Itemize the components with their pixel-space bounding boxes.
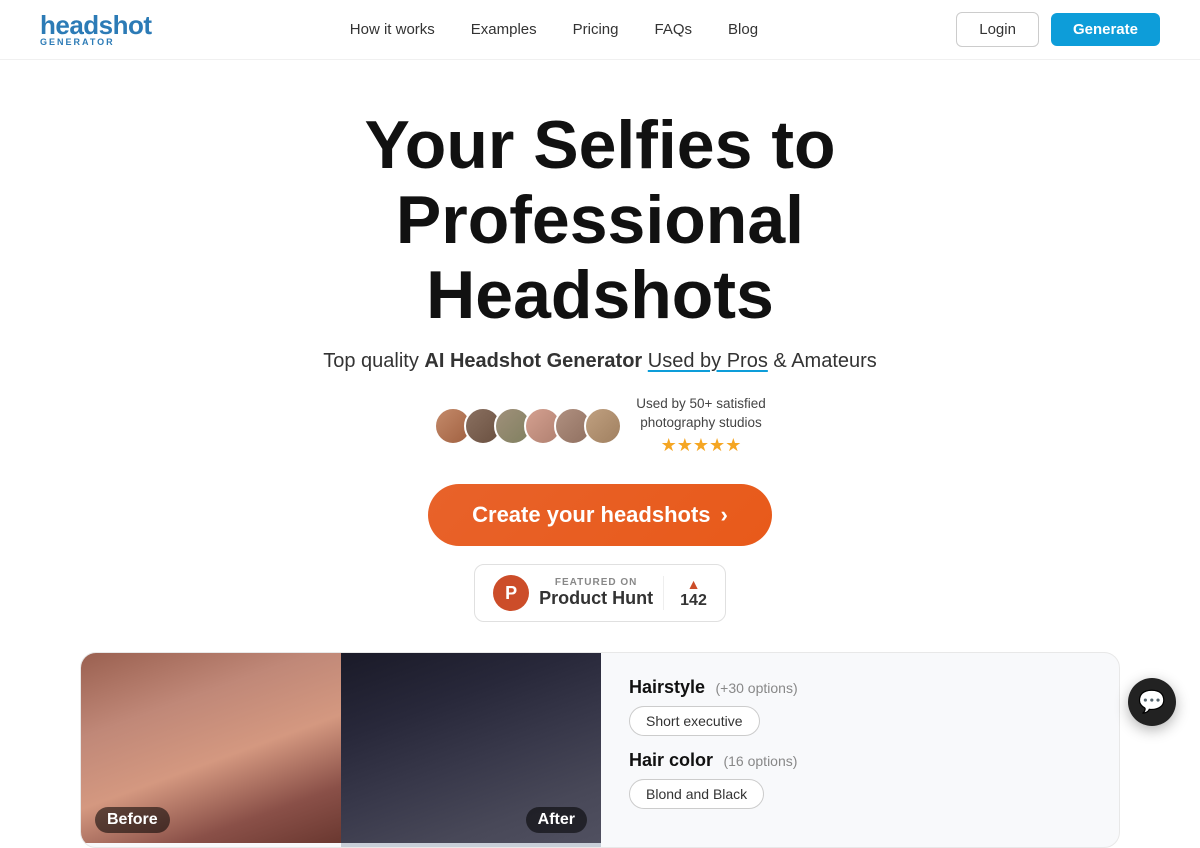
hero-title: Your Selfies to Professional Headshots [170, 108, 1030, 332]
before-after-images: Before After [81, 653, 601, 847]
hero-title-line2: Headshots [426, 257, 774, 333]
cta-button[interactable]: Create your headshots › [428, 484, 772, 546]
subtitle-bold: AI Headshot Generator [424, 350, 642, 372]
ph-featured-label: FEATURED ON [539, 577, 653, 588]
after-label: After [526, 807, 587, 833]
logo-headshot: headshot [40, 12, 152, 38]
cta-label: Create your headshots [472, 502, 710, 528]
nav-pricing[interactable]: Pricing [573, 21, 619, 38]
hair-color-group: Hair color (16 options) Blond and Black [629, 750, 1091, 809]
subtitle-link[interactable]: Used by Pros [648, 350, 768, 372]
ph-votes: ▲ 142 [663, 576, 707, 610]
demo-options: Hairstyle (+30 options) Short executive … [601, 653, 1119, 847]
after-image: After [341, 653, 601, 847]
hair-color-title: Hair color [629, 750, 713, 770]
ph-logo-icon: P [493, 575, 529, 611]
subtitle-suffix: & Amateurs [768, 350, 877, 372]
ph-text-block: FEATURED ON Product Hunt [539, 577, 653, 609]
subtitle-prefix: Top quality [323, 350, 424, 372]
logo-generator: GENERATOR [40, 38, 152, 47]
nav-links: How it works Examples Pricing FAQs Blog [350, 21, 758, 38]
hero-section: Your Selfies to Professional Headshots T… [0, 60, 1200, 652]
before-label: Before [95, 807, 170, 833]
navbar: headshot GENERATOR How it works Examples… [0, 0, 1200, 60]
logo[interactable]: headshot GENERATOR [40, 12, 152, 47]
chat-bubble[interactable]: 💬 [1128, 678, 1176, 726]
hairstyle-tag[interactable]: Short executive [629, 706, 760, 736]
ph-vote-count: 142 [680, 592, 707, 610]
proof-text-block: Used by 50+ satisfied photography studio… [636, 395, 765, 456]
nav-actions: Login Generate [956, 12, 1160, 47]
ph-upvote-icon: ▲ [687, 576, 701, 592]
demo-section: Before After Hairstyle (+30 options) Sho… [80, 652, 1120, 848]
hair-color-tag[interactable]: Blond and Black [629, 779, 764, 809]
hair-color-count: (16 options) [723, 753, 797, 769]
social-proof: Used by 50+ satisfied photography studio… [434, 395, 765, 456]
ph-name: Product Hunt [539, 588, 653, 609]
generate-button[interactable]: Generate [1051, 13, 1160, 46]
nav-faqs[interactable]: FAQs [655, 21, 693, 38]
star-rating: ★★★★★ [636, 435, 765, 456]
chat-icon: 💬 [1138, 689, 1165, 715]
proof-text-line1: Used by 50+ satisfied [636, 395, 765, 414]
hairstyle-title: Hairstyle [629, 677, 705, 697]
nav-how-it-works[interactable]: How it works [350, 21, 435, 38]
nav-examples[interactable]: Examples [471, 21, 537, 38]
avatar-group [434, 407, 622, 445]
before-image: Before [81, 653, 341, 847]
nav-blog[interactable]: Blog [728, 21, 758, 38]
login-button[interactable]: Login [956, 12, 1039, 47]
hero-subtitle: Top quality AI Headshot Generator Used b… [323, 350, 877, 373]
cta-arrow-icon: › [721, 502, 728, 528]
hero-title-line1: Your Selfies to Professional [364, 107, 835, 258]
avatar-6 [584, 407, 622, 445]
proof-text-line2: photography studios [636, 414, 765, 433]
product-hunt-badge[interactable]: P FEATURED ON Product Hunt ▲ 142 [474, 564, 726, 622]
hairstyle-count: (+30 options) [716, 680, 798, 696]
hairstyle-group: Hairstyle (+30 options) Short executive [629, 677, 1091, 736]
